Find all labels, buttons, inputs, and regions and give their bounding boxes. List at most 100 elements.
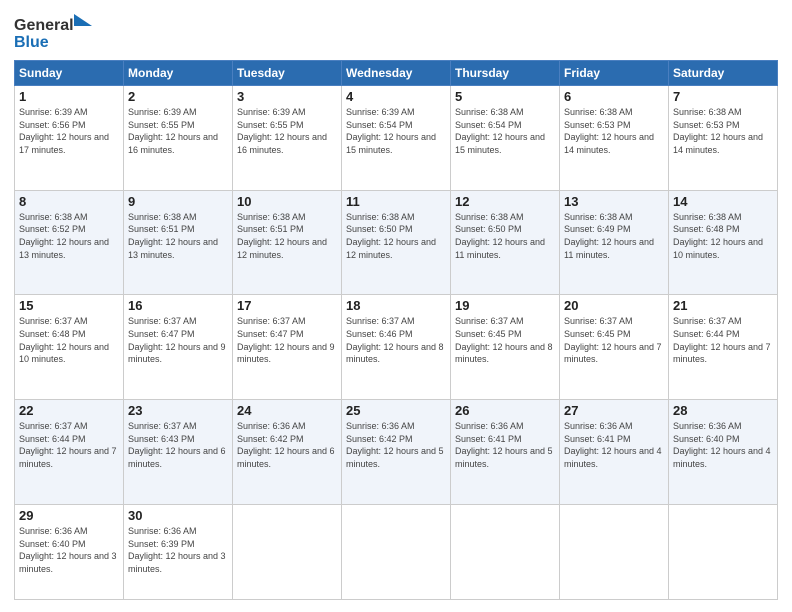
- day-number: 17: [237, 298, 337, 313]
- day-number: 29: [19, 508, 119, 523]
- day-info: Sunrise: 6:38 AMSunset: 6:50 PMDaylight:…: [455, 211, 555, 261]
- day-number: 25: [346, 403, 446, 418]
- day-info: Sunrise: 6:37 AMSunset: 6:45 PMDaylight:…: [455, 315, 555, 365]
- calendar-cell: 16 Sunrise: 6:37 AMSunset: 6:47 PMDayligh…: [124, 295, 233, 400]
- day-info: Sunrise: 6:38 AMSunset: 6:49 PMDaylight:…: [564, 211, 664, 261]
- day-number: 18: [346, 298, 446, 313]
- day-info: Sunrise: 6:39 AMSunset: 6:55 PMDaylight:…: [237, 106, 337, 156]
- day-info: Sunrise: 6:37 AMSunset: 6:44 PMDaylight:…: [673, 315, 773, 365]
- day-number: 5: [455, 89, 555, 104]
- day-info: Sunrise: 6:36 AMSunset: 6:41 PMDaylight:…: [564, 420, 664, 470]
- day-info: Sunrise: 6:38 AMSunset: 6:53 PMDaylight:…: [673, 106, 773, 156]
- day-number: 19: [455, 298, 555, 313]
- calendar-week-row: 29 Sunrise: 6:36 AMSunset: 6:40 PMDayligh…: [15, 504, 778, 599]
- page: GeneralBlue SundayMondayTuesdayWednesday…: [0, 0, 792, 612]
- day-info: Sunrise: 6:37 AMSunset: 6:44 PMDaylight:…: [19, 420, 119, 470]
- day-number: 14: [673, 194, 773, 209]
- day-number: 6: [564, 89, 664, 104]
- day-info: Sunrise: 6:37 AMSunset: 6:47 PMDaylight:…: [128, 315, 228, 365]
- calendar-cell: 10 Sunrise: 6:38 AMSunset: 6:51 PMDayligh…: [233, 190, 342, 295]
- calendar-week-row: 8Sunrise: 6:38 AMSunset: 6:52 PMDaylight…: [15, 190, 778, 295]
- day-number: 12: [455, 194, 555, 209]
- calendar-cell: 15Sunrise: 6:37 AMSunset: 6:48 PMDayligh…: [15, 295, 124, 400]
- weekday-header: Friday: [560, 61, 669, 86]
- calendar-cell: 3 Sunrise: 6:39 AMSunset: 6:55 PMDaylight…: [233, 86, 342, 191]
- weekday-header: Monday: [124, 61, 233, 86]
- calendar-cell: 25 Sunrise: 6:36 AMSunset: 6:42 PMDayligh…: [342, 400, 451, 505]
- day-number: 9: [128, 194, 228, 209]
- day-info: Sunrise: 6:37 AMSunset: 6:48 PMDaylight:…: [19, 315, 119, 365]
- day-number: 24: [237, 403, 337, 418]
- calendar-cell: 1 Sunrise: 6:39 AMSunset: 6:56 PMDaylight…: [15, 86, 124, 191]
- calendar-cell: [233, 504, 342, 599]
- day-info: Sunrise: 6:37 AMSunset: 6:46 PMDaylight:…: [346, 315, 446, 365]
- day-info: Sunrise: 6:37 AMSunset: 6:43 PMDaylight:…: [128, 420, 228, 470]
- svg-text:General: General: [14, 17, 74, 34]
- calendar-cell: [451, 504, 560, 599]
- day-number: 11: [346, 194, 446, 209]
- calendar-cell: 8Sunrise: 6:38 AMSunset: 6:52 PMDaylight…: [15, 190, 124, 295]
- day-number: 30: [128, 508, 228, 523]
- calendar-cell: 13 Sunrise: 6:38 AMSunset: 6:49 PMDayligh…: [560, 190, 669, 295]
- calendar-cell: 30 Sunrise: 6:36 AMSunset: 6:39 PMDayligh…: [124, 504, 233, 599]
- day-number: 20: [564, 298, 664, 313]
- day-info: Sunrise: 6:38 AMSunset: 6:51 PMDaylight:…: [237, 211, 337, 261]
- weekday-header: Wednesday: [342, 61, 451, 86]
- calendar-cell: 28Sunrise: 6:36 AMSunset: 6:40 PMDayligh…: [669, 400, 778, 505]
- calendar-cell: 21 Sunrise: 6:37 AMSunset: 6:44 PMDayligh…: [669, 295, 778, 400]
- day-info: Sunrise: 6:36 AMSunset: 6:40 PMDaylight:…: [19, 525, 119, 575]
- weekday-header: Sunday: [15, 61, 124, 86]
- day-info: Sunrise: 6:36 AMSunset: 6:40 PMDaylight:…: [673, 420, 773, 470]
- day-info: Sunrise: 6:38 AMSunset: 6:52 PMDaylight:…: [19, 211, 119, 261]
- day-info: Sunrise: 6:36 AMSunset: 6:39 PMDaylight:…: [128, 525, 228, 575]
- calendar-cell: 7 Sunrise: 6:38 AMSunset: 6:53 PMDaylight…: [669, 86, 778, 191]
- calendar-cell: 23Sunrise: 6:37 AMSunset: 6:43 PMDayligh…: [124, 400, 233, 505]
- calendar-cell: 4 Sunrise: 6:39 AMSunset: 6:54 PMDaylight…: [342, 86, 451, 191]
- day-info: Sunrise: 6:39 AMSunset: 6:55 PMDaylight:…: [128, 106, 228, 156]
- day-info: Sunrise: 6:39 AMSunset: 6:54 PMDaylight:…: [346, 106, 446, 156]
- calendar-cell: 19 Sunrise: 6:37 AMSunset: 6:45 PMDayligh…: [451, 295, 560, 400]
- calendar-cell: 6 Sunrise: 6:38 AMSunset: 6:53 PMDaylight…: [560, 86, 669, 191]
- weekday-header: Saturday: [669, 61, 778, 86]
- day-info: Sunrise: 6:36 AMSunset: 6:42 PMDaylight:…: [346, 420, 446, 470]
- day-info: Sunrise: 6:39 AMSunset: 6:56 PMDaylight:…: [19, 106, 119, 156]
- day-number: 1: [19, 89, 119, 104]
- logo-svg: GeneralBlue: [14, 12, 94, 52]
- calendar-cell: [560, 504, 669, 599]
- svg-text:Blue: Blue: [14, 34, 49, 51]
- day-number: 13: [564, 194, 664, 209]
- calendar-cell: 27 Sunrise: 6:36 AMSunset: 6:41 PMDayligh…: [560, 400, 669, 505]
- day-number: 7: [673, 89, 773, 104]
- calendar-cell: [342, 504, 451, 599]
- calendar-cell: 18 Sunrise: 6:37 AMSunset: 6:46 PMDayligh…: [342, 295, 451, 400]
- calendar-cell: 20 Sunrise: 6:37 AMSunset: 6:45 PMDayligh…: [560, 295, 669, 400]
- day-info: Sunrise: 6:37 AMSunset: 6:45 PMDaylight:…: [564, 315, 664, 365]
- calendar-cell: 9 Sunrise: 6:38 AMSunset: 6:51 PMDaylight…: [124, 190, 233, 295]
- day-info: Sunrise: 6:38 AMSunset: 6:48 PMDaylight:…: [673, 211, 773, 261]
- day-number: 22: [19, 403, 119, 418]
- day-info: Sunrise: 6:36 AMSunset: 6:41 PMDaylight:…: [455, 420, 555, 470]
- calendar-cell: 14 Sunrise: 6:38 AMSunset: 6:48 PMDayligh…: [669, 190, 778, 295]
- calendar-cell: [669, 504, 778, 599]
- day-info: Sunrise: 6:38 AMSunset: 6:53 PMDaylight:…: [564, 106, 664, 156]
- weekday-header: Thursday: [451, 61, 560, 86]
- day-number: 3: [237, 89, 337, 104]
- logo: GeneralBlue: [14, 12, 94, 52]
- day-info: Sunrise: 6:38 AMSunset: 6:51 PMDaylight:…: [128, 211, 228, 261]
- day-info: Sunrise: 6:37 AMSunset: 6:47 PMDaylight:…: [237, 315, 337, 365]
- calendar-cell: 22 Sunrise: 6:37 AMSunset: 6:44 PMDayligh…: [15, 400, 124, 505]
- calendar-week-row: 22 Sunrise: 6:37 AMSunset: 6:44 PMDayligh…: [15, 400, 778, 505]
- day-number: 4: [346, 89, 446, 104]
- calendar-cell: 24 Sunrise: 6:36 AMSunset: 6:42 PMDayligh…: [233, 400, 342, 505]
- day-number: 27: [564, 403, 664, 418]
- day-info: Sunrise: 6:36 AMSunset: 6:42 PMDaylight:…: [237, 420, 337, 470]
- calendar-cell: 5Sunrise: 6:38 AMSunset: 6:54 PMDaylight…: [451, 86, 560, 191]
- day-number: 21: [673, 298, 773, 313]
- day-number: 10: [237, 194, 337, 209]
- calendar-cell: 12 Sunrise: 6:38 AMSunset: 6:50 PMDayligh…: [451, 190, 560, 295]
- day-number: 16: [128, 298, 228, 313]
- day-number: 2: [128, 89, 228, 104]
- calendar-cell: 2 Sunrise: 6:39 AMSunset: 6:55 PMDaylight…: [124, 86, 233, 191]
- calendar-cell: 11Sunrise: 6:38 AMSunset: 6:50 PMDayligh…: [342, 190, 451, 295]
- calendar-cell: 17 Sunrise: 6:37 AMSunset: 6:47 PMDayligh…: [233, 295, 342, 400]
